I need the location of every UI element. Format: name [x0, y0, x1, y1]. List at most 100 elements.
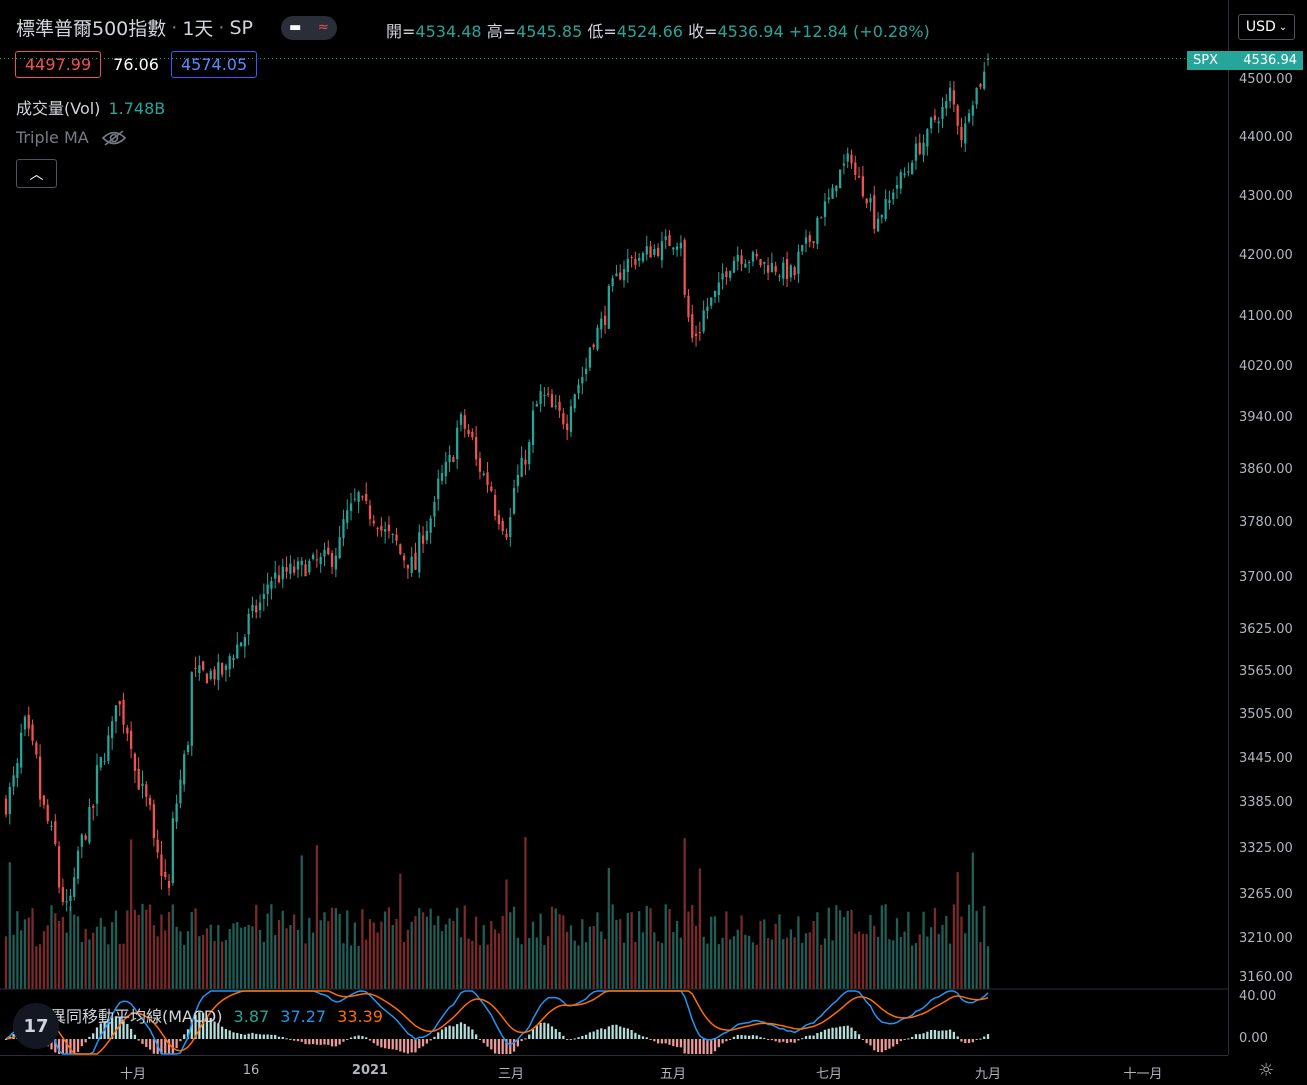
candle-body	[569, 406, 573, 432]
price-axis[interactable]: 4500.00 4400.00 4300.00 4200.00 4100.00 4020.…	[1228, 0, 1307, 1055]
sell-price-button[interactable]: 4497.99	[15, 51, 102, 78]
volume-bar	[274, 935, 277, 989]
volume-bar	[456, 907, 459, 989]
candle-body	[846, 153, 849, 162]
candle-body	[766, 265, 770, 273]
volume-bar	[531, 921, 535, 989]
volume-bar	[740, 915, 743, 989]
gear-icon[interactable]: ☼	[1258, 1060, 1274, 1081]
candle-body	[831, 187, 834, 199]
interval-label[interactable]: 1天	[182, 14, 213, 41]
time-tick-label: 三月	[497, 1067, 525, 1082]
macd-histogram-bar	[907, 1038, 910, 1040]
candle-body	[668, 235, 671, 247]
volume-legend[interactable]: 成交量(Vol) 1.748B	[16, 95, 165, 119]
candle-body	[528, 442, 531, 465]
volume-bar	[622, 942, 626, 989]
macd-histogram-bar	[497, 1039, 501, 1054]
volume-bar	[304, 943, 307, 989]
volume-bar	[964, 933, 967, 989]
candle-body	[368, 505, 372, 520]
macd-histogram-bar	[88, 1036, 91, 1039]
time-axis[interactable]: 十月 16 2021 三月 五月 七月 九月 十一月	[0, 1055, 1228, 1085]
candle-body	[941, 107, 944, 120]
macd-histogram-bar	[603, 1029, 607, 1039]
macd-histogram-bar	[751, 1035, 755, 1039]
candle-body	[414, 552, 417, 570]
volume-bar	[512, 906, 516, 989]
volume-bar	[73, 914, 76, 989]
candle-body	[145, 784, 148, 797]
volume-bar	[539, 913, 542, 989]
candle-body	[751, 252, 755, 262]
candle-body	[755, 253, 758, 257]
macd-histogram-bar	[547, 1023, 550, 1039]
volume-bar	[584, 942, 588, 989]
macd-histogram-bar	[725, 1039, 728, 1042]
candle-body	[918, 142, 921, 155]
currency-button[interactable]: USD ⌄	[1238, 14, 1295, 40]
volume-label: 成交量(Vol)	[16, 99, 101, 118]
candle-body	[804, 237, 808, 244]
candle-body	[607, 285, 610, 329]
macd-histogram-bar	[349, 1037, 353, 1039]
candle-body	[20, 732, 23, 768]
volume-bar	[884, 904, 887, 989]
macd-histogram-bar	[664, 1039, 667, 1044]
macd-legend[interactable]: 平滑異同移動平均線(MACD) 3.87 37.27 33.39	[16, 1003, 383, 1027]
volume-bar	[236, 922, 239, 989]
eye-off-icon[interactable]	[101, 129, 127, 147]
candle-body	[888, 200, 891, 203]
low-label: 低=	[587, 22, 617, 41]
candle-body	[395, 534, 398, 541]
volume-bar	[213, 940, 216, 989]
legend-toggle-pill[interactable]: ▬ ≈	[280, 15, 337, 40]
candle-body	[884, 199, 887, 219]
volume-bar	[782, 939, 785, 989]
candle-body	[152, 804, 156, 838]
candle-body	[778, 275, 781, 277]
macd-histogram-bar	[148, 1039, 152, 1050]
volume-bar	[660, 942, 664, 989]
macd-histogram-bar	[619, 1026, 622, 1039]
macd-histogram-bar	[380, 1039, 383, 1048]
volume-bar	[543, 944, 546, 989]
price-chart[interactable]	[0, 0, 1228, 1055]
tradingview-logo[interactable]: 17	[13, 1003, 59, 1049]
minus-icon: ▬	[289, 20, 302, 35]
macd-histogram-bar	[437, 1032, 440, 1039]
candle-body	[387, 524, 391, 532]
collapse-legend-button[interactable]: ︿	[16, 159, 57, 188]
volume-bar	[729, 939, 732, 989]
volume-bar	[785, 937, 789, 989]
macd-histogram-bar	[179, 1039, 182, 1042]
macd-histogram-bar	[691, 1039, 694, 1054]
volume-bar	[38, 944, 42, 989]
macd-histogram-bar	[827, 1028, 830, 1039]
candle-body	[285, 567, 288, 572]
macd-histogram-bar	[842, 1026, 846, 1039]
volume-bar	[107, 944, 110, 989]
candle-body	[410, 556, 413, 573]
candle-body	[84, 835, 87, 840]
macd-histogram-bar	[698, 1039, 701, 1054]
macd-histogram-bar	[175, 1039, 178, 1049]
candle-body	[509, 517, 512, 537]
volume-bar	[357, 945, 360, 989]
candle-body	[76, 850, 80, 879]
candle-body	[812, 241, 815, 243]
candle-body	[406, 564, 410, 569]
candle-body	[330, 553, 334, 567]
macd-histogram-bar	[964, 1039, 967, 1044]
volume-bar	[797, 916, 800, 989]
triple-ma-legend[interactable]: Triple MA	[16, 128, 127, 147]
macd-histogram-bar	[744, 1035, 747, 1039]
macd-histogram-bar	[630, 1029, 633, 1039]
candle-body	[129, 730, 133, 749]
candle-body	[164, 871, 167, 878]
macd-histogram-bar	[763, 1037, 766, 1039]
buy-price-button[interactable]: 4574.05	[170, 51, 258, 78]
candle-body	[907, 171, 910, 173]
macd-histogram-bar	[224, 1029, 228, 1039]
symbol-name: 標準普爾500指數	[16, 18, 167, 40]
